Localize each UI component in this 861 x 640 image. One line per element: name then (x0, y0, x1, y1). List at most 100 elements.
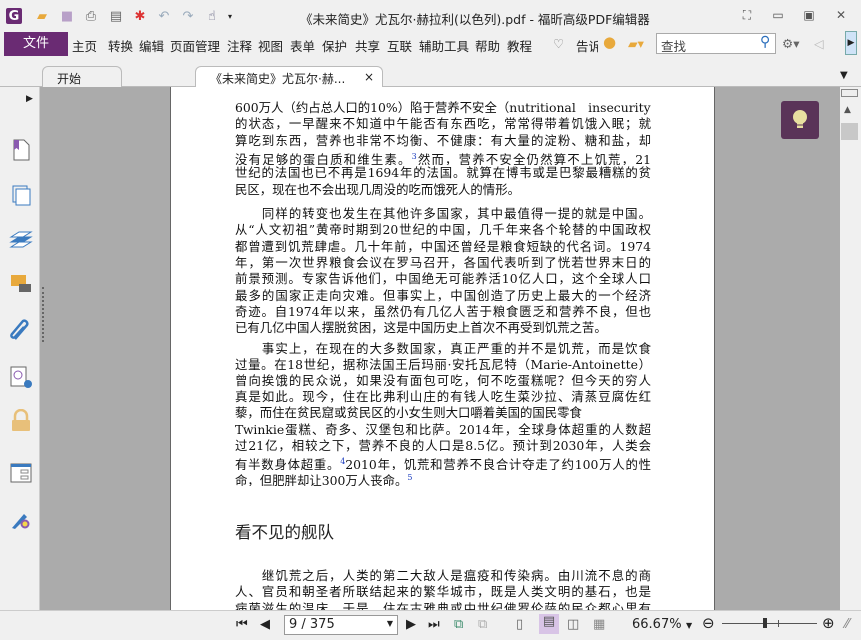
menu-share[interactable]: 共享 (355, 36, 380, 55)
vertical-scrollbar[interactable]: ▲ (840, 87, 861, 610)
lightbulb-icon (793, 110, 807, 128)
open-folder-icon[interactable]: ▰ (34, 8, 50, 24)
fullscreen-icon[interactable]: ⛶ (736, 8, 758, 24)
footnote-link[interactable]: 5 (407, 473, 412, 482)
line-text: 都曾遭到饥荒肆虐。几十年前，中国还曾经是粮食短缺的代名词。1974 (235, 238, 651, 254)
bookmark-icon[interactable] (9, 137, 33, 161)
text-line: 命，但肥胖却让300万人丧命。5 (235, 470, 651, 486)
save-icon[interactable]: ■ (59, 8, 75, 24)
scroll-left-icon[interactable]: ◁ (814, 36, 824, 51)
form-fields-icon[interactable] (9, 461, 33, 485)
menu-view[interactable]: 视图 (258, 36, 283, 55)
text-line: 的状态，一早醒来不知道中午能否有东西吃，常常得带着饥饿入眠；就 (235, 116, 651, 132)
continuous-page-icon[interactable]: ▤ (539, 614, 559, 634)
menu-edit[interactable]: 编辑 (139, 36, 164, 55)
tab-document[interactable]: 《未来简史》尤瓦尔·赫... × (195, 66, 383, 88)
menu-tutorial[interactable]: 教程 (507, 36, 532, 55)
zoom-out-icon[interactable]: ⊖ (702, 614, 715, 632)
file-menu-button[interactable]: 文件 (4, 32, 68, 56)
expand-panel-icon[interactable]: ▶ (26, 94, 33, 104)
customize-dropdown-icon[interactable]: ▾ (222, 8, 238, 24)
print-icon[interactable]: ⎙ (83, 8, 99, 24)
previous-view-icon[interactable]: ⧉ (454, 617, 463, 632)
redo-icon[interactable]: ↷ (180, 8, 196, 24)
zoom-slider-thumb[interactable] (762, 618, 767, 628)
text-line: 藜，而住在贫民窟或贫民区的小女生则大口嚼着美国的国民零食 (235, 405, 651, 421)
close-button[interactable]: ✕ (830, 8, 852, 24)
minimize-button[interactable]: ▭ (767, 8, 789, 24)
layers-icon[interactable] (9, 229, 33, 253)
text-line: 奇迹。自1974年以来，虽然仍有几亿人苦于粮食匮乏和营养不良，但也 (235, 304, 651, 320)
tab-start[interactable]: 开始 (42, 66, 122, 87)
last-page-button[interactable]: ⏭ (428, 617, 440, 632)
text-line: 年，第一次世界粮食会议在罗马召开，各国代表听到了恍若世界末日的 (235, 255, 651, 271)
scrollbar-thumb[interactable] (841, 123, 858, 140)
line-text: 过21亿，相较之下，营养不良的人口是8.5亿。预计到2030年，人类会 (235, 437, 651, 453)
security-lock-icon[interactable] (9, 409, 33, 433)
first-page-button[interactable]: ⏮ (236, 617, 248, 632)
zoom-slider-tick (778, 620, 779, 627)
zoom-in-icon[interactable]: ⊕ (822, 614, 835, 632)
scroll-up-icon[interactable]: ▲ (844, 105, 851, 115)
menu-home[interactable]: 主页 (72, 36, 97, 55)
facing-page-icon[interactable]: ◫ (567, 617, 579, 632)
menu-connect[interactable]: 互联 (387, 36, 412, 55)
pages-thumbnail-icon[interactable] (9, 183, 33, 207)
tab-close-icon[interactable]: × (364, 70, 374, 84)
sidebar-resize-handle[interactable] (42, 287, 45, 342)
previous-page-button[interactable]: ◀ (260, 617, 270, 632)
tips-button[interactable] (781, 101, 819, 139)
continuous-facing-icon[interactable]: ▦ (593, 617, 605, 632)
line-text: 世纪的法国也已不再是1694年的法国。就算在博韦或是巴黎最糟糕的贫 (235, 165, 651, 181)
settings-gear-icon[interactable]: ⚙▾ (782, 36, 799, 51)
text-line: 世纪的法国也已不再是1694年的法国。就算在博韦或是巴黎最糟糕的贫 (235, 165, 651, 181)
single-page-icon[interactable]: ▯ (516, 617, 523, 632)
menu-accessibility[interactable]: 辅助工具 (419, 36, 469, 55)
next-page-button[interactable]: ▶ (406, 617, 416, 632)
properties-icon[interactable]: ▤ (108, 8, 124, 24)
signature-icon[interactable] (9, 365, 33, 389)
comments-icon[interactable] (9, 273, 33, 297)
search-input[interactable]: 查找 (656, 33, 776, 54)
maximize-button[interactable]: ▣ (798, 8, 820, 24)
section-heading: 看不见的舰队 (235, 523, 334, 542)
document-viewer[interactable]: 600万人（约占总人口的10%）陷于营养不安全（nutritional inse… (40, 87, 840, 610)
menu-help[interactable]: 帮助 (475, 36, 500, 55)
tab-label: 开始 (57, 72, 82, 86)
resize-grip-icon[interactable]: ⁄⁄ (845, 617, 849, 632)
line-text: 算吃到东西，营养也非常不均衡、不健康：有大量的淀粉、糖和盐，却 (235, 132, 651, 148)
pdf-page: 600万人（约占总人口的10%）陷于营养不安全（nutritional inse… (170, 87, 715, 610)
tell-me[interactable]: 告诉 (576, 36, 598, 55)
text-line: 曾向挨饿的民众说，如果没有面包可吃，何不吃蛋糕呢？但今天的穷人 (235, 373, 651, 389)
page-number-input[interactable]: 9 / 375 ▼ (284, 615, 398, 635)
line-text: 过量。在18世纪，据称法国王后玛丽·安托瓦尼特（Marie-Antoinette… (235, 357, 651, 373)
certify-pen-icon[interactable] (9, 507, 33, 531)
tab-list-dropdown-icon[interactable]: ▼ (840, 70, 848, 81)
menu-convert[interactable]: 转换 (108, 36, 133, 55)
line-text: 同样的转变也发生在其他许多国家，其中最值得一提的就是中国。 (235, 206, 651, 221)
search-icon[interactable]: ⚲ (760, 34, 770, 50)
new-document-icon[interactable]: ✱ (132, 8, 148, 24)
attachments-icon[interactable] (9, 319, 33, 343)
tab-label: 《未来简史》尤瓦尔·赫... (210, 72, 346, 86)
search-folder-icon[interactable]: ▰▾ (628, 36, 644, 51)
line-text: 的状态，一早醒来不知道中午能否有东西吃，常常得带着饥饿入眠；就 (235, 116, 651, 132)
feedback-heart-icon[interactable]: ● (603, 33, 616, 51)
menu-form[interactable]: 表单 (290, 36, 315, 55)
zoom-level[interactable]: 66.67% (632, 617, 682, 632)
line-text: 2010年，饥荒和营养不良合计夺走了约100万人的性 (345, 456, 651, 470)
hand-tool-icon[interactable]: ☝ (204, 8, 220, 24)
zoom-slider[interactable] (722, 623, 817, 624)
scrollbar-collapse[interactable] (841, 89, 858, 97)
text-line: 过量。在18世纪，据称法国王后玛丽·安托瓦尼特（Marie-Antoinette… (235, 357, 651, 373)
next-view-icon[interactable]: ⧉ (478, 617, 487, 632)
menu-protect[interactable]: 保护 (322, 36, 347, 55)
page-dropdown-icon[interactable]: ▼ (387, 619, 393, 628)
zoom-dropdown-icon[interactable]: ▼ (686, 621, 692, 630)
text-line: 算吃到东西，营养也非常不均衡、不健康：有大量的淀粉、糖和盐，却 (235, 133, 651, 149)
menu-page-manage[interactable]: 页面管理 (170, 36, 220, 55)
menu-comment[interactable]: 注释 (227, 36, 252, 55)
text-line: 真是如此。现今，住在比弗利山庄的有钱人吃生菜沙拉、清蒸豆腐佐红 (235, 389, 651, 405)
scroll-right-button[interactable]: ▶ (845, 31, 857, 55)
undo-icon[interactable]: ↶ (156, 8, 172, 24)
